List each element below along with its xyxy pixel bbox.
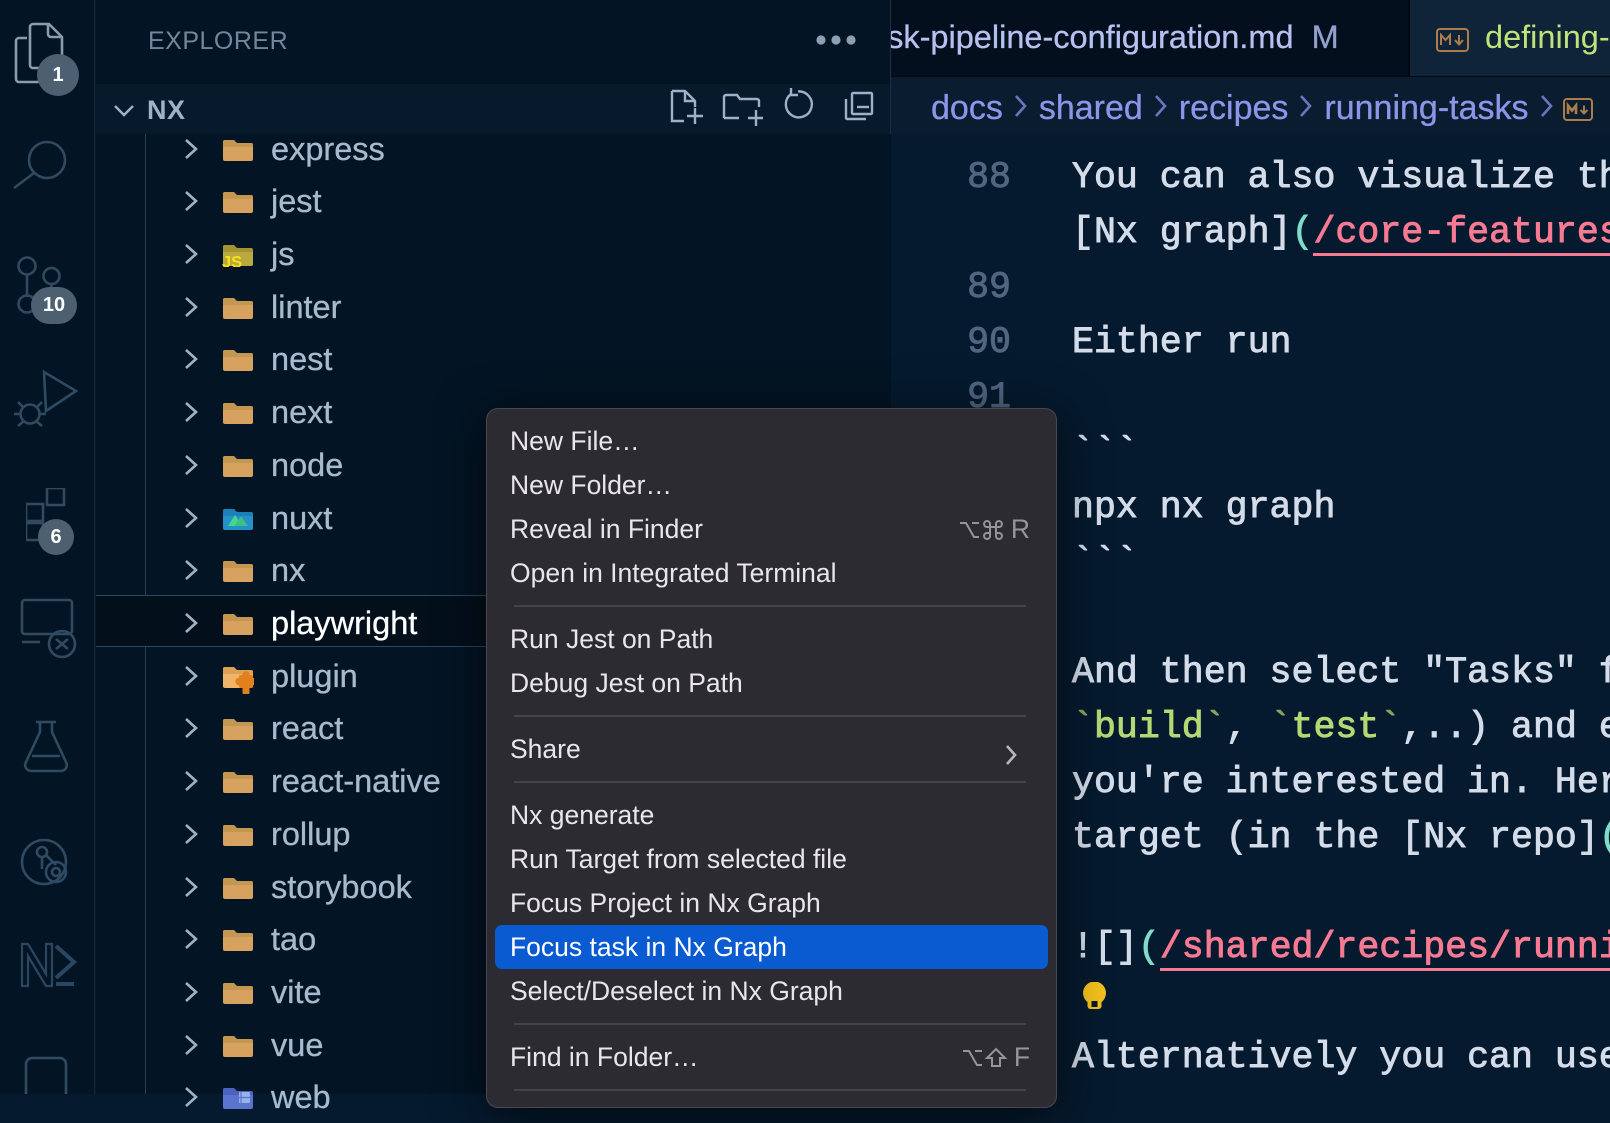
svg-text:JS: JS	[222, 253, 242, 267]
